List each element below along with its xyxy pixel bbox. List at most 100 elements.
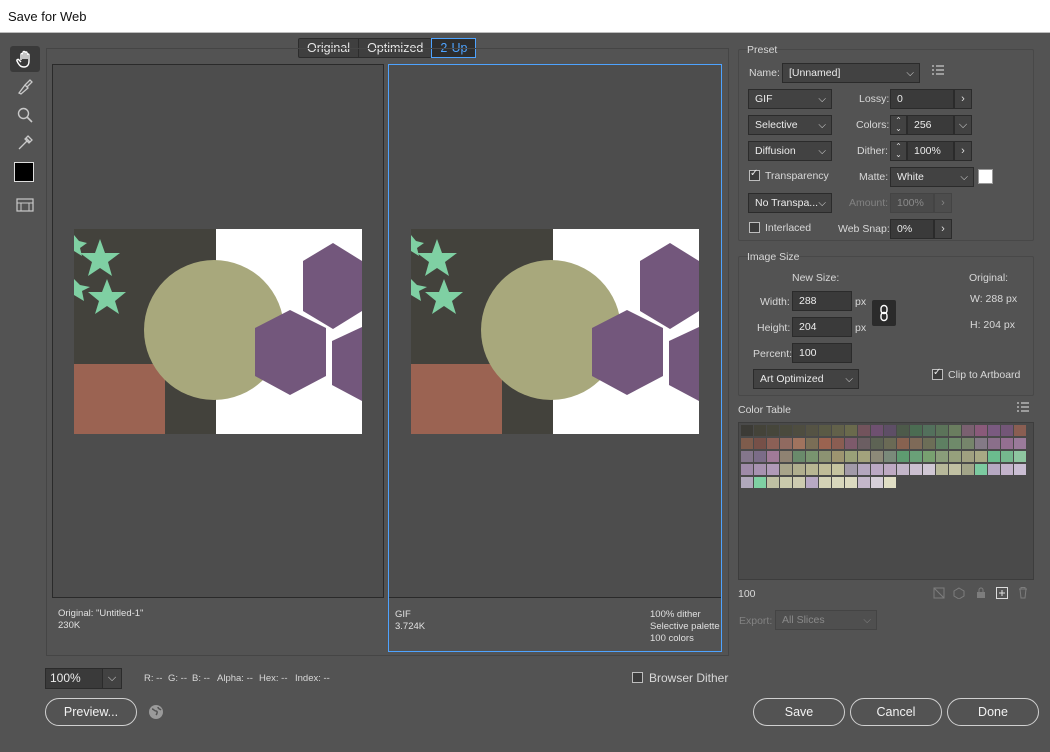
dither-stepper-icon[interactable]: ⌃ ⌄	[890, 141, 907, 161]
color-swatch[interactable]	[767, 477, 779, 488]
link-constrain-icon[interactable]	[872, 300, 896, 326]
color-swatch[interactable]	[741, 425, 753, 436]
color-swatch[interactable]	[832, 438, 844, 449]
color-swatch[interactable]	[910, 451, 922, 462]
color-swatch[interactable]	[936, 438, 948, 449]
color-swatch[interactable]	[936, 425, 948, 436]
color-swatch[interactable]	[884, 464, 896, 475]
web-snap-field[interactable]: 0%	[890, 219, 934, 239]
color-swatch[interactable]	[754, 425, 766, 436]
color-swatch[interactable]	[949, 464, 961, 475]
color-swatch[interactable]	[884, 438, 896, 449]
color-swatch[interactable]	[767, 464, 779, 475]
color-swatch[interactable]	[1014, 464, 1026, 475]
color-swatch[interactable]	[1014, 425, 1026, 436]
color-swatch[interactable]	[832, 451, 844, 462]
dither-field[interactable]: 100%	[907, 141, 954, 161]
color-swatch[interactable]	[923, 425, 935, 436]
color-table-grid[interactable]	[738, 422, 1034, 580]
color-swatch[interactable]	[1014, 451, 1026, 462]
color-swatch[interactable]	[741, 477, 753, 488]
color-swatch[interactable]	[884, 425, 896, 436]
color-swatch[interactable]	[897, 425, 909, 436]
color-swatch[interactable]	[871, 425, 883, 436]
color-swatch[interactable]	[949, 438, 961, 449]
color-swatch[interactable]	[806, 464, 818, 475]
web-snap-slider-arrow-icon[interactable]: ›	[934, 219, 952, 239]
color-swatch[interactable]	[780, 425, 792, 436]
color-swatch[interactable]	[923, 438, 935, 449]
color-swatch[interactable]	[832, 464, 844, 475]
color-swatch[interactable]	[988, 438, 1000, 449]
color-swatch[interactable]	[975, 464, 987, 475]
color-swatch[interactable]	[897, 464, 909, 475]
color-swatch[interactable]	[910, 438, 922, 449]
color-swatch[interactable]	[780, 477, 792, 488]
color-swatch[interactable]	[754, 438, 766, 449]
color-swatch[interactable]	[1001, 425, 1013, 436]
color-swatch[interactable]	[871, 477, 883, 488]
color-swatch[interactable]	[819, 438, 831, 449]
add-color-icon[interactable]	[996, 587, 1008, 602]
zoom-dropdown-chevron-icon[interactable]: ⌵	[102, 668, 122, 689]
color-swatch[interactable]	[780, 451, 792, 462]
color-swatch[interactable]	[975, 438, 987, 449]
color-swatch[interactable]	[923, 451, 935, 462]
cancel-button[interactable]: Cancel	[850, 698, 942, 726]
color-swatch[interactable]	[1001, 438, 1013, 449]
color-swatch[interactable]	[936, 451, 948, 462]
color-swatch[interactable]	[819, 477, 831, 488]
color-swatch[interactable]	[806, 451, 818, 462]
color-swatch[interactable]	[858, 425, 870, 436]
color-swatch[interactable]	[858, 451, 870, 462]
color-swatch[interactable]	[936, 464, 948, 475]
color-swatch[interactable]	[988, 425, 1000, 436]
color-swatch[interactable]	[845, 451, 857, 462]
preset-menu-icon[interactable]	[931, 64, 945, 79]
color-swatch[interactable]	[806, 477, 818, 488]
color-swatch[interactable]	[819, 451, 831, 462]
globe-icon[interactable]	[148, 704, 164, 723]
color-swatch[interactable]	[962, 425, 974, 436]
color-swatch[interactable]	[832, 425, 844, 436]
interlaced-checkbox[interactable]	[749, 222, 760, 233]
preset-name-dropdown[interactable]: [Unnamed] ⌵	[782, 63, 920, 83]
color-swatch[interactable]	[793, 464, 805, 475]
format-dropdown[interactable]: GIF ⌵	[748, 89, 832, 109]
color-swatch[interactable]	[884, 451, 896, 462]
color-swatch[interactable]	[975, 425, 987, 436]
color-swatch[interactable]	[741, 451, 753, 462]
color-swatch[interactable]	[845, 477, 857, 488]
color-swatch[interactable]	[806, 438, 818, 449]
color-swatch[interactable]	[767, 438, 779, 449]
lossy-slider-arrow-icon[interactable]: ›	[954, 89, 972, 109]
preview-button[interactable]: Preview...	[45, 698, 137, 726]
color-swatch[interactable]	[858, 464, 870, 475]
color-swatch[interactable]	[962, 438, 974, 449]
color-swatch[interactable]	[845, 425, 857, 436]
color-swatch[interactable]	[793, 451, 805, 462]
colors-stepper-icon[interactable]: ⌃ ⌄	[890, 115, 907, 135]
browser-dither-checkbox[interactable]	[632, 672, 643, 683]
color-swatch[interactable]	[754, 451, 766, 462]
height-field[interactable]: 204	[792, 317, 852, 337]
color-swatch[interactable]	[1001, 464, 1013, 475]
color-swatch[interactable]	[871, 451, 883, 462]
color-swatch[interactable]	[858, 438, 870, 449]
hand-tool-icon[interactable]	[10, 46, 40, 72]
color-swatch[interactable]	[832, 477, 844, 488]
color-swatch[interactable]	[754, 477, 766, 488]
color-swatch[interactable]	[962, 464, 974, 475]
color-swatch[interactable]	[897, 438, 909, 449]
color-table-menu-icon[interactable]	[1016, 401, 1030, 416]
color-swatch[interactable]	[741, 464, 753, 475]
color-swatch[interactable]	[884, 477, 896, 488]
color-swatch[interactable]	[858, 477, 870, 488]
transparency-checkbox[interactable]	[749, 168, 760, 181]
colors-field[interactable]: 256	[907, 115, 954, 135]
color-swatch[interactable]	[793, 425, 805, 436]
color-swatch[interactable]	[975, 451, 987, 462]
color-swatch[interactable]	[1014, 438, 1026, 449]
color-reduction-dropdown[interactable]: Selective ⌵	[748, 115, 832, 135]
color-swatch[interactable]	[910, 425, 922, 436]
